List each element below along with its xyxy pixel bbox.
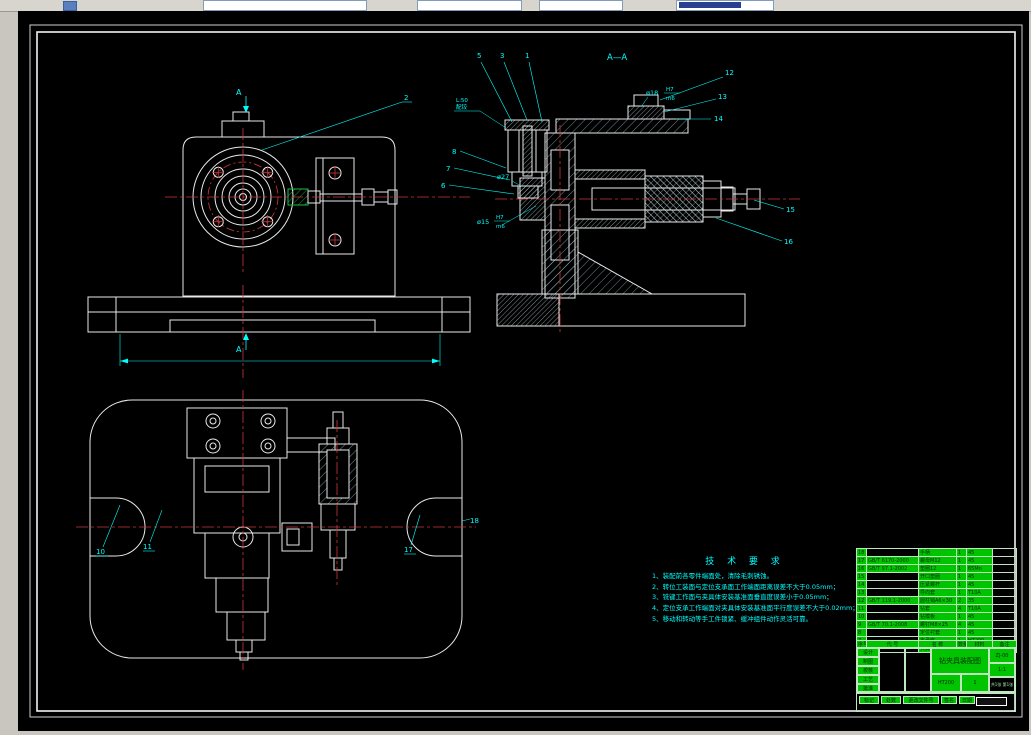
drawing-number: ZJ-00 <box>989 648 1015 663</box>
bottom-cell: 标记 <box>859 696 879 704</box>
svg-text:5: 5 <box>477 52 481 60</box>
sig-label: 工艺 <box>857 675 879 684</box>
bom-row: 11 钻套 4 T10A <box>856 604 1017 613</box>
svg-text:6: 6 <box>441 182 446 190</box>
svg-text:14: 14 <box>714 115 723 123</box>
svg-text:18: 18 <box>470 517 479 525</box>
front-view <box>182 111 398 297</box>
front-view-balloon-2: 2 <box>261 94 412 151</box>
front-base-plate <box>87 296 471 333</box>
drawing-title: 钻夹具装配图 <box>931 648 989 674</box>
section-label: A—A <box>607 53 627 63</box>
material-cell: HT200 <box>931 674 961 692</box>
svg-text:15: 15 <box>786 206 795 214</box>
svg-text:1: 1 <box>525 52 529 60</box>
svg-text:11: 11 <box>143 543 152 551</box>
title-block: 18 手柄 1 45 17 GB/T 6170-2000 螺母M12 1 45 16 GB/… <box>856 548 1017 712</box>
title-block-bottom: 标记 处数 更改文件号 签名 日期 <box>856 693 1016 712</box>
bom-row: 8 定位衬套 1 45 <box>856 628 1017 637</box>
sig-label: 设计 <box>857 648 879 657</box>
svg-text:L:50: L:50 <box>456 98 468 104</box>
qty-cell: 1 <box>961 674 989 692</box>
dim-d18: ø18 H7 m6 <box>640 87 680 108</box>
front-view-centerlines <box>165 128 470 272</box>
svg-text:8: 8 <box>452 148 456 156</box>
bom-row: 18 手柄 1 45 <box>856 548 1017 557</box>
svg-text:H7: H7 <box>496 215 504 221</box>
note-l50: L:50 配铰 <box>454 98 507 129</box>
bom-row: 13 导向套 1 T10A <box>856 588 1017 597</box>
sig-label: 校核 <box>857 666 879 675</box>
bom-row: 10 钻模板 1 45 <box>856 612 1017 621</box>
technical-requirements: 技 术 要 求 1、装配前各零件端面处，清除毛刺锈蚀。 2、转位工装面与定位支承… <box>652 554 867 625</box>
svg-text:ø27: ø27 <box>497 173 509 181</box>
svg-text:配铰: 配铰 <box>456 103 468 111</box>
svg-text:m6: m6 <box>496 224 505 230</box>
svg-text:A: A <box>236 345 242 354</box>
tech-req-item: 5、移动和转动等手工件锁紧、缓冲组件动作灵活可靠。 <box>652 614 813 623</box>
svg-text:13: 13 <box>718 93 727 101</box>
bom-row: 17 GB/T 6170-2000 螺母M12 1 45 <box>856 556 1017 565</box>
sig-values <box>879 648 905 692</box>
bom-row: 15 开口垫圈 1 45 <box>856 572 1017 581</box>
tech-req-item: 4、定位支承工作端面对夹具体安装基准面平行度误差不大于0.02mm； <box>652 604 859 613</box>
svg-text:H7: H7 <box>666 87 674 93</box>
scale-bar <box>976 697 1007 706</box>
tech-req-item: 3、铣键工作面与夹具体安装基准面垂直度误差小于0.05mm； <box>652 593 833 602</box>
bottom-cell: 日期 <box>959 696 975 704</box>
bom-row: 9 GB/T 70.1-2008 螺钉M8×25 4 45 <box>856 620 1017 629</box>
sig-label: 制图 <box>857 657 879 666</box>
bom-table: 18 手柄 1 45 17 GB/T 6170-2000 螺母M12 1 45 16 GB/… <box>856 548 1017 653</box>
tech-req-title: 技 术 要 求 <box>705 557 785 567</box>
bottom-cell: 更改文件号 <box>903 696 939 704</box>
svg-text:3: 3 <box>500 52 504 60</box>
svg-text:A: A <box>236 88 242 97</box>
sheet-cell: 共1张 第1张 <box>989 677 1015 692</box>
svg-text:12: 12 <box>725 69 734 77</box>
svg-text:ø15: ø15 <box>477 218 489 226</box>
svg-text:7: 7 <box>446 165 450 173</box>
tech-req-item: 2、转位工装面与定位支承面工作端面距离误差不大于0.05mm； <box>652 582 840 591</box>
bom-row: 14 压紧螺杆 1 45 <box>856 580 1017 589</box>
svg-text:10: 10 <box>96 548 105 556</box>
title-block-main: 设计 制图 校核 工艺 批准 钻夹具装配图 HT200 1 ZJ-00 1:1 … <box>856 647 1016 693</box>
svg-text:m6: m6 <box>666 96 675 102</box>
front-base-dimension <box>119 334 441 366</box>
svg-text:2: 2 <box>404 94 408 102</box>
svg-text:16: 16 <box>784 238 793 246</box>
bom-row: 16 GB/T 97.1-2002 垫圈12 1 65Mn <box>856 564 1017 573</box>
tech-req-item: 1、装配前各零件端面处，清除毛刺锈蚀。 <box>652 572 774 580</box>
top-view-centerlines <box>76 390 476 670</box>
section-view <box>496 94 761 327</box>
bom-row: 12 GB/T 119.1-2000 圆柱销A6×30 2 35 <box>856 596 1017 605</box>
sig-label: 批准 <box>857 684 879 692</box>
bottom-cell: 签名 <box>941 696 957 704</box>
section-balloons: 5 3 1 12 13 14 15 16 8 7 6 <box>441 52 795 246</box>
svg-text:ø18: ø18 <box>646 89 658 97</box>
scale-cell: 1:1 <box>989 663 1015 677</box>
bottom-cell: 处数 <box>881 696 901 704</box>
top-view <box>89 399 463 661</box>
section-cut-marks: A A <box>236 88 249 354</box>
sig-dates <box>905 648 931 692</box>
svg-text:17: 17 <box>404 546 413 554</box>
